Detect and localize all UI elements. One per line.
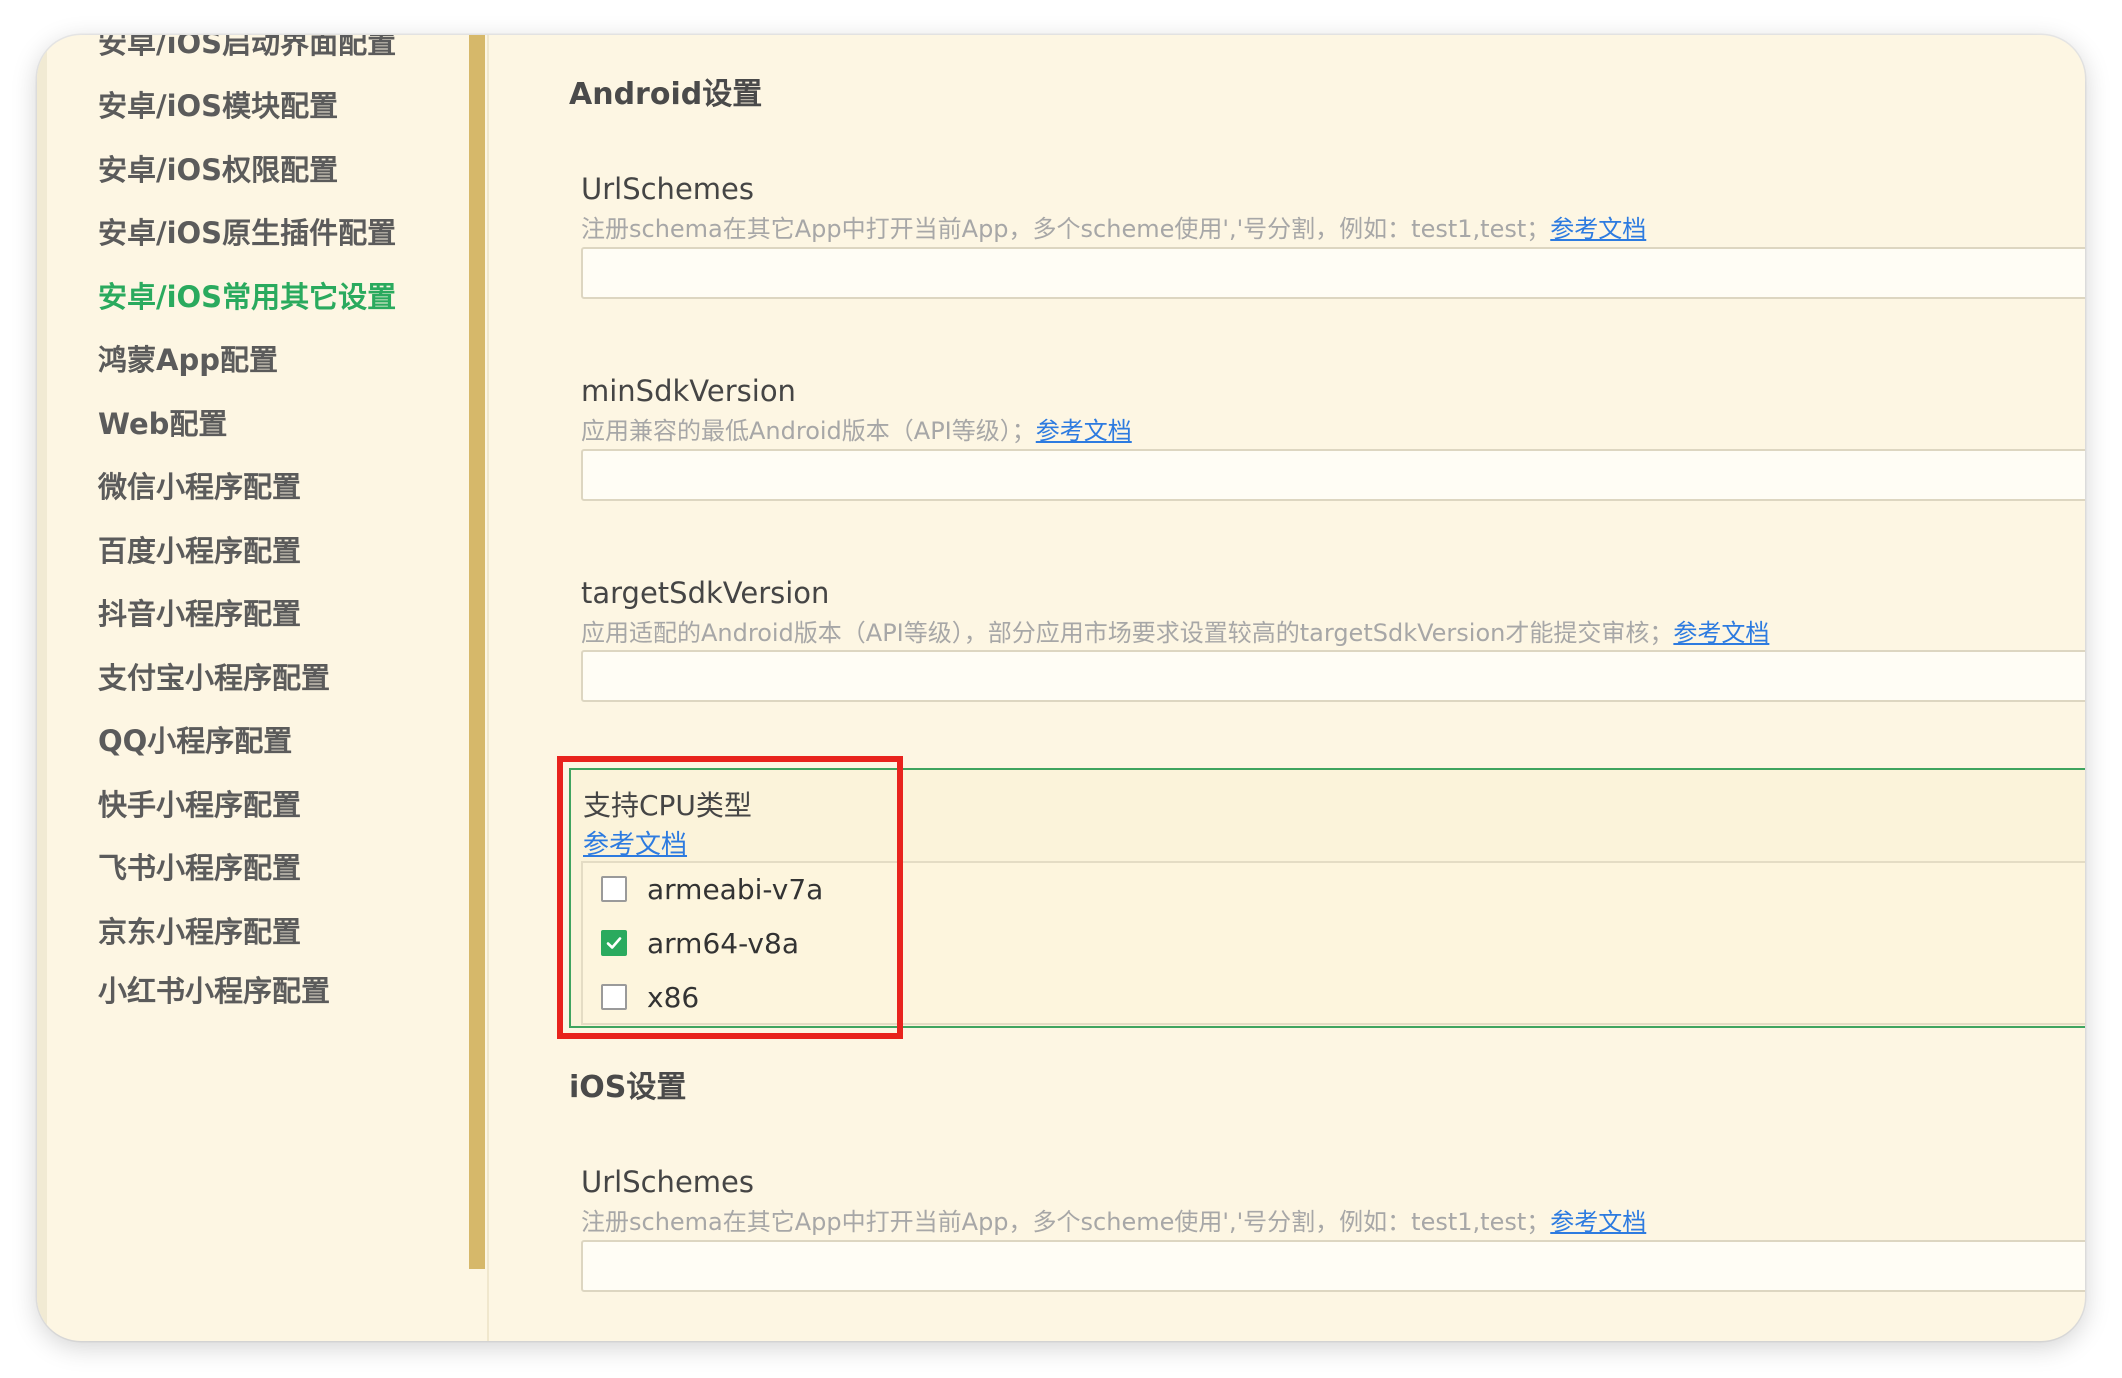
sidebar-edge	[37, 35, 47, 1341]
android-urlschemes-label: UrlSchemes	[581, 172, 754, 206]
min-sdk-doc-link[interactable]: 参考文档	[1036, 417, 1132, 445]
sidebar-item-weixin[interactable]: 微信小程序配置	[98, 467, 301, 507]
app-window: 安卓/iOS启动界面配置 安卓/iOS模块配置 安卓/iOS权限配置 安卓/iO…	[37, 35, 2085, 1341]
target-sdk-desc-text: 应用适配的Android版本（API等级），部分应用市场要求设置较高的targe…	[581, 619, 1674, 647]
sidebar-item-launch-screen[interactable]: 安卓/iOS启动界面配置	[98, 35, 396, 63]
ios-urlschemes-doc-link[interactable]: 参考文档	[1550, 1208, 1646, 1236]
sidebar-item-qq[interactable]: QQ小程序配置	[98, 721, 292, 761]
target-sdk-desc: 应用适配的Android版本（API等级），部分应用市场要求设置较高的targe…	[581, 613, 1769, 648]
sidebar-item-modules[interactable]: 安卓/iOS模块配置	[98, 86, 338, 126]
sidebar-item-baidu[interactable]: 百度小程序配置	[98, 531, 301, 571]
min-sdk-desc-text: 应用兼容的最低Android版本（API等级）；	[581, 417, 1036, 445]
highlight-box	[557, 756, 903, 1039]
ios-urlschemes-input[interactable]	[581, 1240, 2085, 1292]
sidebar-divider	[487, 35, 489, 1341]
target-sdk-doc-link[interactable]: 参考文档	[1673, 619, 1769, 647]
android-section-title: Android设置	[569, 77, 763, 112]
ios-urlschemes-desc-text: 注册schema在其它App中打开当前App，多个scheme使用','号分割，…	[581, 1208, 1551, 1236]
ios-urlschemes-label: UrlSchemes	[581, 1165, 754, 1199]
android-urlschemes-desc-text: 注册schema在其它App中打开当前App，多个scheme使用','号分割，…	[581, 215, 1551, 243]
min-sdk-label: minSdkVersion	[581, 374, 796, 408]
sidebar-item-douyin[interactable]: 抖音小程序配置	[98, 594, 301, 634]
sidebar-item-native-plugins[interactable]: 安卓/iOS原生插件配置	[98, 213, 396, 253]
sidebar-item-xiaohongshu[interactable]: 小红书小程序配置	[98, 971, 330, 1011]
sidebar-item-kuaishou[interactable]: 快手小程序配置	[98, 785, 301, 825]
sidebar-item-jd[interactable]: 京东小程序配置	[98, 912, 301, 952]
sidebar-item-feishu[interactable]: 飞书小程序配置	[98, 848, 301, 888]
sidebar-item-permissions[interactable]: 安卓/iOS权限配置	[98, 150, 338, 190]
min-sdk-desc: 应用兼容的最低Android版本（API等级）；参考文档	[581, 411, 1132, 446]
ios-urlschemes-desc: 注册schema在其它App中打开当前App，多个scheme使用','号分割，…	[581, 1202, 1646, 1237]
android-urlschemes-doc-link[interactable]: 参考文档	[1550, 215, 1646, 243]
ios-section-title: iOS设置	[569, 1070, 687, 1105]
sidebar-item-harmony[interactable]: 鸿蒙App配置	[98, 340, 278, 380]
target-sdk-label: targetSdkVersion	[581, 576, 830, 610]
sidebar-item-other-settings[interactable]: 安卓/iOS常用其它设置	[98, 277, 396, 317]
sidebar: 安卓/iOS启动界面配置 安卓/iOS模块配置 安卓/iOS权限配置 安卓/iO…	[37, 35, 469, 1341]
sidebar-scrollbar-thumb[interactable]	[469, 35, 485, 1269]
sidebar-item-web[interactable]: Web配置	[98, 404, 227, 444]
android-urlschemes-desc: 注册schema在其它App中打开当前App，多个scheme使用','号分割，…	[581, 209, 1646, 244]
target-sdk-input[interactable]	[581, 650, 2085, 702]
min-sdk-input[interactable]	[581, 449, 2085, 501]
android-urlschemes-input[interactable]	[581, 247, 2085, 299]
sidebar-item-alipay[interactable]: 支付宝小程序配置	[98, 658, 330, 698]
